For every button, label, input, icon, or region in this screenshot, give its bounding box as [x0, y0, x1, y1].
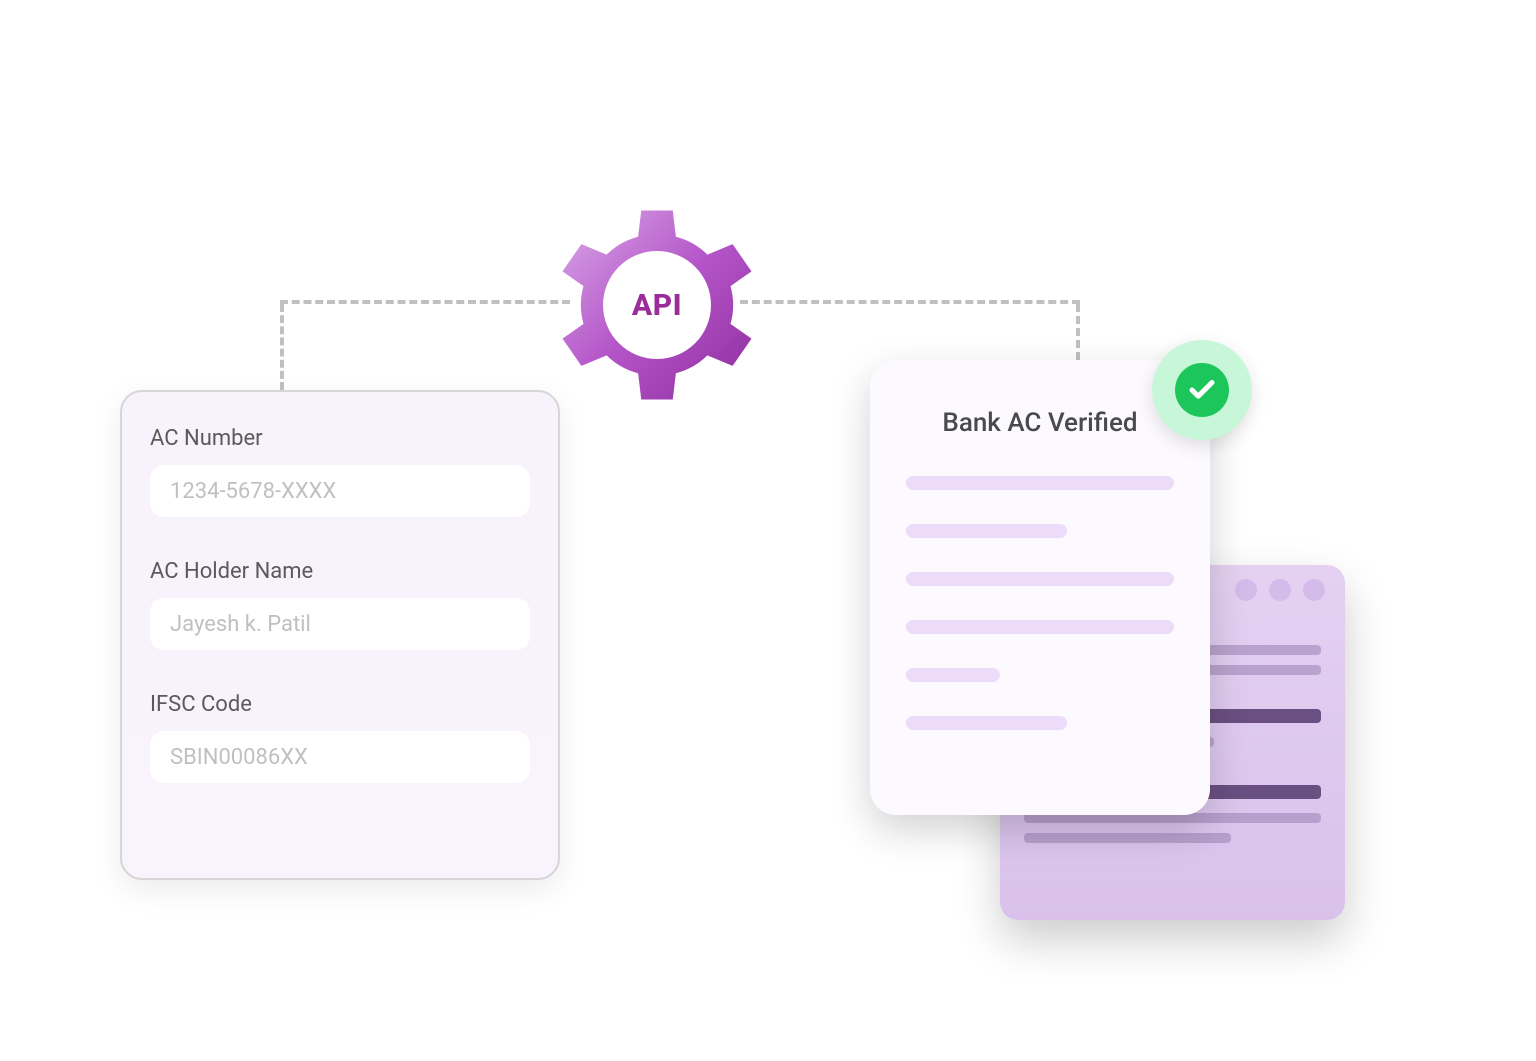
placeholder-line: [906, 524, 1067, 538]
connector-line-left-vertical: [280, 304, 284, 390]
success-check-badge: [1152, 340, 1252, 440]
placeholder-line: [906, 476, 1174, 490]
api-label: API: [632, 288, 682, 323]
api-circle: API: [603, 251, 711, 359]
connector-line-left: [280, 300, 570, 304]
window-dot-icon: [1269, 579, 1291, 601]
ac-number-input[interactable]: 1234-5678-XXXX: [150, 465, 530, 517]
window-dot-icon: [1235, 579, 1257, 601]
field-ac-holder-name: AC Holder Name Jayesh k. Patil: [150, 559, 530, 650]
field-ifsc-code: IFSC Code SBIN00086XX: [150, 692, 530, 783]
ac-number-label: AC Number: [150, 426, 530, 451]
placeholder-line: [906, 716, 1067, 730]
check-icon: [1175, 363, 1229, 417]
window-dot-icon: [1303, 579, 1325, 601]
placeholder-line: [906, 572, 1174, 586]
field-ac-number: AC Number 1234-5678-XXXX: [150, 426, 530, 517]
api-gear-icon: API: [552, 200, 762, 410]
bank-verified-card: Bank AC Verified: [870, 360, 1210, 815]
ifsc-code-label: IFSC Code: [150, 692, 530, 717]
connector-line-right-vertical: [1076, 304, 1080, 360]
placeholder-line: [1024, 833, 1231, 843]
placeholder-line: [906, 668, 1000, 682]
placeholder-line: [906, 620, 1174, 634]
ac-holder-name-label: AC Holder Name: [150, 559, 530, 584]
ifsc-code-input[interactable]: SBIN00086XX: [150, 731, 530, 783]
bank-details-form-card: AC Number 1234-5678-XXXX AC Holder Name …: [120, 390, 560, 880]
verified-title: Bank AC Verified: [906, 408, 1174, 438]
connector-line-right: [740, 300, 1080, 304]
ac-holder-name-input[interactable]: Jayesh k. Patil: [150, 598, 530, 650]
